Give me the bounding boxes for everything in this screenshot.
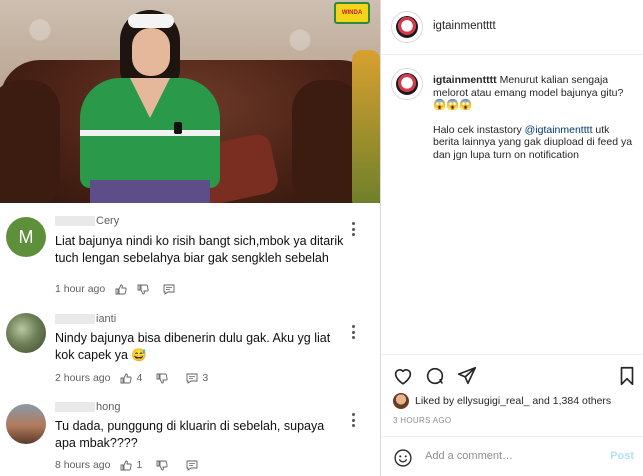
- yt-comment: M Cery Liat bajunya nindi ko risih bangt…: [0, 203, 380, 298]
- comment-meta: 1 hour ago: [55, 283, 175, 295]
- more-vertical-icon[interactable]: [350, 325, 356, 339]
- redacted-name: [55, 314, 95, 325]
- paper-plane-icon[interactable]: [456, 365, 478, 387]
- thumb-up-icon[interactable]: [115, 284, 127, 295]
- more-vertical-icon[interactable]: [350, 222, 356, 236]
- thumb-down-icon[interactable]: [156, 373, 168, 384]
- reply-count: 3: [202, 372, 209, 384]
- microphone: [174, 122, 182, 134]
- redacted-name: [55, 216, 95, 227]
- reply-icon[interactable]: [163, 284, 175, 295]
- likes-others[interactable]: 1,384 others: [553, 395, 611, 407]
- add-comment-bar: Add a comment… Post: [381, 436, 643, 476]
- yt-comments-section: M Cery Liat bajunya nindi ko risih bangt…: [0, 203, 380, 476]
- more-vertical-icon[interactable]: [350, 413, 356, 427]
- liker-username[interactable]: ellysugigi_real_: [457, 395, 529, 407]
- caption-avatar[interactable]: [391, 68, 423, 100]
- post-actions: [381, 354, 643, 394]
- reply-icon[interactable]: [186, 373, 198, 384]
- post-comment-button[interactable]: Post: [610, 450, 634, 462]
- reply-icon[interactable]: [186, 460, 198, 471]
- caption-text: igtainmentttt Menurut kalian sengaja melo…: [433, 74, 633, 161]
- comment-input[interactable]: Add a comment…: [425, 450, 513, 462]
- commenter-avatar[interactable]: [6, 404, 46, 444]
- caption-emoji: 😱😱😱: [433, 99, 473, 112]
- comment-text: Liat bajunya nindi ko risih bangt sich,m…: [55, 234, 344, 265]
- smiley-icon[interactable]: [393, 448, 413, 468]
- comment-text: Tu dada, punggung di kluarin di sebelah,…: [55, 419, 325, 450]
- video-sofa-arm-left: [0, 80, 60, 203]
- profile-avatar[interactable]: [391, 11, 423, 43]
- comment-time: 1 hour ago: [55, 283, 106, 295]
- comment-text: Nindy bajunya bisa dibenerin dulu gak. A…: [55, 331, 331, 362]
- post-header: igtainmentttt: [381, 0, 643, 55]
- mention-link[interactable]: @igtainmentttt: [525, 124, 593, 136]
- post-timestamp[interactable]: 3 HOURS AGO: [393, 416, 451, 425]
- bookmark-icon[interactable]: [616, 365, 638, 387]
- comment-meta: 8 hours ago 1: [55, 459, 198, 471]
- video-frame[interactable]: WINDA: [0, 0, 380, 203]
- commenter-avatar[interactable]: [6, 313, 46, 353]
- yt-comment: hong Tu dada, punggung di kluarin di seb…: [0, 398, 380, 476]
- comment-time: 2 hours ago: [55, 372, 111, 384]
- thumb-up-icon[interactable]: [120, 373, 133, 384]
- comment-time: 8 hours ago: [55, 459, 111, 471]
- commenter-avatar[interactable]: M: [6, 217, 46, 257]
- post-media: WINDA M Cery Liat bajunya nindi ko risih…: [0, 0, 380, 476]
- thumb-down-icon[interactable]: [156, 460, 168, 471]
- yt-comment: ianti Nindy bajunya bisa dibenerin dulu …: [0, 311, 380, 391]
- like-count: 4: [136, 372, 143, 384]
- thumb-up-icon[interactable]: [120, 460, 133, 471]
- commenter-name[interactable]: hong: [55, 401, 120, 413]
- likes-line: Liked by ellysugigi_real_ and 1,384 othe…: [393, 393, 611, 409]
- comment-meta: 2 hours ago 4 3: [55, 372, 208, 384]
- video-person: [70, 10, 220, 203]
- commenter-name[interactable]: Cery: [55, 215, 119, 227]
- heart-icon[interactable]: [392, 365, 414, 387]
- post-sidebar: igtainmentttt igtainmentttt Menurut kalia…: [380, 0, 643, 476]
- liker-avatar[interactable]: [393, 393, 409, 409]
- caption-username[interactable]: igtainmentttt: [433, 74, 497, 86]
- commenter-name[interactable]: ianti: [55, 313, 116, 325]
- profile-username[interactable]: igtainmentttt: [433, 20, 496, 32]
- video-plant: [352, 50, 380, 203]
- redacted-name: [55, 402, 95, 413]
- thumb-down-icon[interactable]: [137, 284, 149, 295]
- comment-bubble-icon[interactable]: [424, 365, 446, 387]
- like-count: 1: [136, 459, 143, 471]
- channel-logo: WINDA: [334, 2, 370, 24]
